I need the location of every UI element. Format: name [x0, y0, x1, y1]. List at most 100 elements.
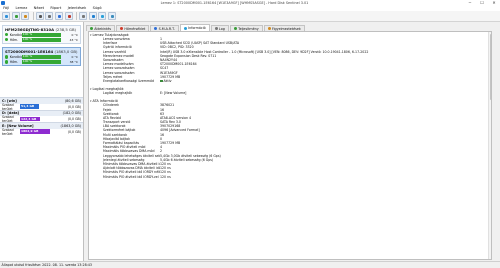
- toolbar-button[interactable]: [107, 12, 116, 20]
- property-value: Aktív: [160, 79, 491, 83]
- refresh-icon: [5, 15, 8, 18]
- drive-entry[interactable]: HFM256GDJTNG-8310A (238,5 GB) Kondíció 100…: [2, 25, 81, 45]
- vertical-scrollbar[interactable]: [488, 32, 491, 259]
- drive-name: HFM256GDJTNG-8310A (238,5 GB): [5, 27, 78, 32]
- property-value-text: Aktív: [163, 78, 172, 83]
- toolbar-button[interactable]: [98, 12, 107, 20]
- section-title: Logikai meghajtók: [92, 86, 124, 91]
- tab-icon: [214, 27, 218, 30]
- drive-stat-row: Hőm. 100 % 43 °C: [5, 37, 78, 43]
- partition-free-row: Szabad terület 1862,9 GB (0,0 GB): [0, 127, 83, 136]
- free-space-bar: 1862,9 GB: [20, 129, 50, 134]
- tab-strip: Áttekintés Hőmérséklet S.M.A.R.T. Informáci…: [84, 24, 500, 31]
- toolbar-button[interactable]: [88, 12, 97, 20]
- free-space-extra: (0,0 GB): [67, 104, 81, 109]
- toolbar-separator: [76, 12, 78, 20]
- help-icon: [91, 15, 95, 18]
- toolbar: [0, 11, 500, 22]
- power-state-icon: [160, 79, 163, 83]
- toolbar-button[interactable]: [45, 12, 54, 20]
- drive-stat-label: Hőm.: [9, 60, 19, 65]
- section-title: Lemez Tulajdonságok: [92, 32, 129, 37]
- drive-entry[interactable]: ST2000DM001-1E6164 (1863,0 GB) Kondíció 10…: [2, 47, 81, 67]
- free-space-extra: (0,0 GB): [67, 117, 81, 121]
- status-bar: Állapot utolsó frissítése: 2022. 08. 11.…: [0, 261, 500, 268]
- drive-stat-row: Kondíció 100 % 0 °C: [5, 32, 78, 38]
- chart-icon: [67, 15, 71, 18]
- status-ok-icon: [5, 60, 9, 64]
- property-name: Energiatakarékossági üzemmód: [103, 78, 154, 83]
- drive-stat-label: Hőm.: [9, 37, 19, 42]
- web-icon: [110, 15, 114, 18]
- drive-name: ST2000DM001-1E6164 (1863,0 GB): [5, 49, 78, 54]
- tab-label: Teljesítmény: [238, 26, 259, 31]
- partition-capacity: (182,0 GB): [62, 111, 81, 116]
- info-icon: [101, 15, 105, 18]
- save-icon: [14, 15, 18, 18]
- drive-stat-row: Kondíció 100 % 0 °C: [5, 54, 78, 60]
- drive-capacity: (238,5 GB): [55, 27, 77, 32]
- free-space-bar: 122,4 GB: [20, 116, 41, 122]
- tab-icon: [120, 27, 124, 30]
- drive-capacity: (1863,0 GB): [54, 49, 78, 55]
- settings-icon: [82, 15, 86, 18]
- drive-stat-bar: 100 %: [21, 59, 61, 64]
- collapse-icon[interactable]: ▾: [90, 87, 92, 91]
- property-row: Minimális PIO átviteli idő IORDY-vel 120 …: [89, 174, 491, 179]
- print-icon: [38, 15, 42, 18]
- free-space-extra: (0,0 GB): [67, 129, 81, 134]
- property-name: Minimális PIO átviteli idő IORDY-vel: [103, 174, 159, 179]
- drive-stat-extra: 0 °C: [71, 32, 78, 37]
- property-row: Energiatakarékossági üzemmód Aktív: [89, 79, 491, 83]
- drive-stat-extra: 0 °C: [71, 54, 78, 59]
- section-title: ATA Információ: [92, 98, 118, 103]
- status-ok-icon: [5, 55, 9, 59]
- property-value: E: [New Volume]: [160, 91, 491, 95]
- info-panel: ▾ Lemez Tulajdonságok Lemez sorszáma 1 Inter…: [88, 31, 492, 260]
- scrollbar-thumb[interactable]: [489, 34, 491, 100]
- disk-icon: [48, 15, 52, 18]
- tab-icon: [267, 27, 271, 30]
- toolbar-button[interactable]: [2, 12, 10, 20]
- property-value-text: E: [New Volume]: [160, 91, 187, 96]
- drive-stat-bar: 100 %: [21, 37, 61, 42]
- tab-icon: [233, 27, 237, 30]
- tab-icon: [183, 26, 187, 30]
- toolbar-button[interactable]: [79, 12, 88, 20]
- partition-capacity: (80,6 GB): [64, 98, 81, 103]
- collapse-icon[interactable]: ▾: [90, 99, 92, 103]
- partition-capacity: (1863,0 GB): [60, 123, 81, 128]
- report-icon: [24, 15, 28, 18]
- toolbar-button[interactable]: [64, 12, 73, 20]
- partition-list: C: [win] (80,6 GB) Szabad terület 51,4 GB (0…: [0, 97, 83, 136]
- drive-stat-label: Kondíció: [9, 54, 24, 59]
- search-icon: [57, 15, 61, 18]
- drive-sidebar: HFM256GDJTNG-8310A (238,5 GB) Kondíció 100…: [0, 22, 84, 261]
- free-space-label: Szabad terület: [2, 127, 14, 136]
- toolbar-button[interactable]: [11, 12, 20, 20]
- drive-stat-label: Kondíció: [9, 32, 24, 37]
- toolbar-button[interactable]: [35, 12, 44, 20]
- toolbar-button[interactable]: [21, 12, 30, 20]
- toolbar-separator: [32, 12, 34, 20]
- property-name: Logikai meghajtók: [103, 91, 133, 96]
- tab-inform-ci-[interactable]: Információ: [179, 24, 210, 31]
- status-ok-icon: [5, 33, 9, 37]
- info-sections: ▾ Lemez Tulajdonságok Lemez sorszáma 1 Inter…: [89, 32, 491, 179]
- drive-stat-extra: 38 °C: [69, 60, 78, 65]
- free-space-bar: 51,4 GB: [20, 104, 40, 109]
- tab-label: Információ: [188, 26, 206, 30]
- property-value: 120 ns: [160, 175, 491, 179]
- tab-label: Hőmérséklet: [124, 26, 146, 31]
- status-ok-icon: [5, 38, 9, 42]
- tab-label: Áttekintés: [94, 26, 112, 31]
- toolbar-button[interactable]: [54, 12, 63, 20]
- free-space-label: Szabad terület: [2, 115, 14, 123]
- property-row: Logikai meghajtók E: [New Volume]: [89, 91, 491, 95]
- tab-icon: [90, 27, 93, 30]
- collapse-icon[interactable]: ▾: [90, 33, 92, 37]
- tab-label: Figyelmeztetések: [271, 26, 301, 31]
- drive-stat-extra: 43 °C: [69, 37, 78, 42]
- tab-label: S.M.A.R.T.: [158, 26, 175, 31]
- drive-stat-row: Hőm. 100 % 38 °C: [5, 59, 78, 65]
